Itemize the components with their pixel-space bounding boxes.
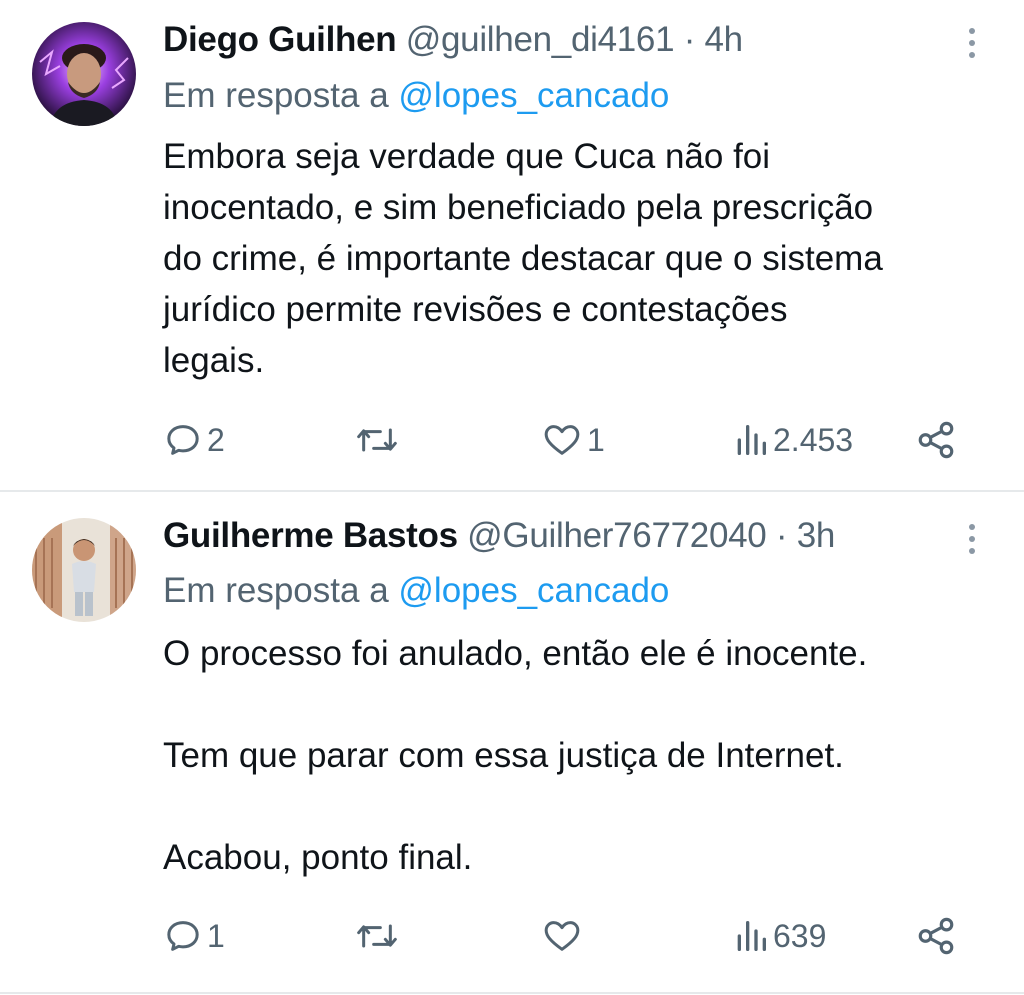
- like-count: 1: [587, 421, 605, 458]
- reply-context: Em resposta a @lopes_cancado: [163, 569, 669, 613]
- avatar[interactable]: [32, 22, 136, 126]
- tweet-text-line: Acabou, ponto final.: [163, 838, 473, 877]
- views-icon: [737, 921, 766, 951]
- tweet-text-line: jurídico permite revisões e contestações: [163, 290, 788, 329]
- reply-icon: [167, 921, 199, 951]
- reply-context: Em resposta a @lopes_cancado: [163, 74, 669, 118]
- share-icon: [918, 421, 954, 459]
- reply-prefix: Em resposta a: [163, 76, 389, 115]
- tweet-text: Embora seja verdade que Cuca não foi ino…: [163, 131, 1003, 386]
- tweet-text: O processo foi anulado, então ele é inoc…: [163, 628, 1003, 883]
- tweet-divider: [0, 992, 1024, 994]
- avatar[interactable]: [32, 518, 136, 622]
- heart-icon: [544, 425, 580, 455]
- avatar-image: [32, 518, 136, 622]
- reply-button[interactable]: 1: [163, 912, 225, 960]
- author-handle[interactable]: @guilhen_di4161: [406, 20, 675, 59]
- tweet-text-line: do crime, é importante destacar que o si…: [163, 239, 883, 278]
- views-button[interactable]: 639: [733, 912, 826, 960]
- separator-dot: ·: [683, 20, 696, 59]
- view-count: 639: [773, 917, 827, 954]
- author-name[interactable]: Diego Guilhen: [163, 20, 397, 59]
- reply-mention-link[interactable]: @lopes_cancado: [398, 571, 669, 610]
- more-icon[interactable]: [962, 524, 982, 554]
- reply-button[interactable]: 2: [163, 416, 225, 464]
- retweet-button[interactable]: [355, 912, 403, 960]
- tweet-header: Diego Guilhen @guilhen_di4161 · 4h: [163, 18, 743, 62]
- reply-icon: [167, 425, 199, 455]
- timestamp[interactable]: 4h: [704, 20, 743, 59]
- heart-icon: [544, 921, 580, 951]
- author-handle[interactable]: @Guilher76772040: [467, 516, 767, 555]
- action-bar: 2 1 2.453: [163, 416, 963, 464]
- retweet-icon: [357, 428, 397, 452]
- tweet-text-line: inocentado, e sim beneficiado pela presc…: [163, 188, 874, 227]
- tweet[interactable]: Diego Guilhen @guilhen_di4161 · 4h Em re…: [0, 0, 1024, 490]
- tweet-text-line: Tem que parar com essa justiça de Intern…: [163, 736, 844, 775]
- views-icon: [737, 425, 766, 455]
- reply-count: 1: [207, 917, 225, 954]
- like-button[interactable]: [541, 912, 587, 960]
- like-button[interactable]: 1: [541, 416, 605, 464]
- reply-mention-link[interactable]: @lopes_cancado: [398, 76, 669, 115]
- timestamp[interactable]: 3h: [797, 516, 836, 555]
- action-bar: 1 639: [163, 912, 963, 960]
- tweet[interactable]: Guilherme Bastos @Guilher76772040 · 3h E…: [0, 492, 1024, 992]
- retweet-button[interactable]: [355, 416, 403, 464]
- more-icon[interactable]: [962, 28, 982, 58]
- tweet-text-line: O processo foi anulado, então ele é inoc…: [163, 634, 868, 673]
- reply-count: 2: [207, 421, 225, 458]
- separator-dot: ·: [775, 516, 788, 555]
- avatar-image: [32, 22, 136, 126]
- tweet-text-line: [163, 781, 1003, 832]
- tweet-text-line: Embora seja verdade que Cuca não foi: [163, 137, 771, 176]
- share-button[interactable]: [915, 416, 957, 464]
- share-button[interactable]: [915, 912, 957, 960]
- tweet-text-line: legais.: [163, 341, 265, 380]
- view-count: 2.453: [773, 421, 854, 458]
- tweet-text-line: [163, 679, 1003, 730]
- retweet-icon: [357, 924, 397, 948]
- views-button[interactable]: 2.453: [733, 416, 853, 464]
- tweet-header: Guilherme Bastos @Guilher76772040 · 3h: [163, 514, 835, 558]
- author-name[interactable]: Guilherme Bastos: [163, 516, 458, 555]
- share-icon: [918, 917, 954, 955]
- reply-prefix: Em resposta a: [163, 571, 389, 610]
